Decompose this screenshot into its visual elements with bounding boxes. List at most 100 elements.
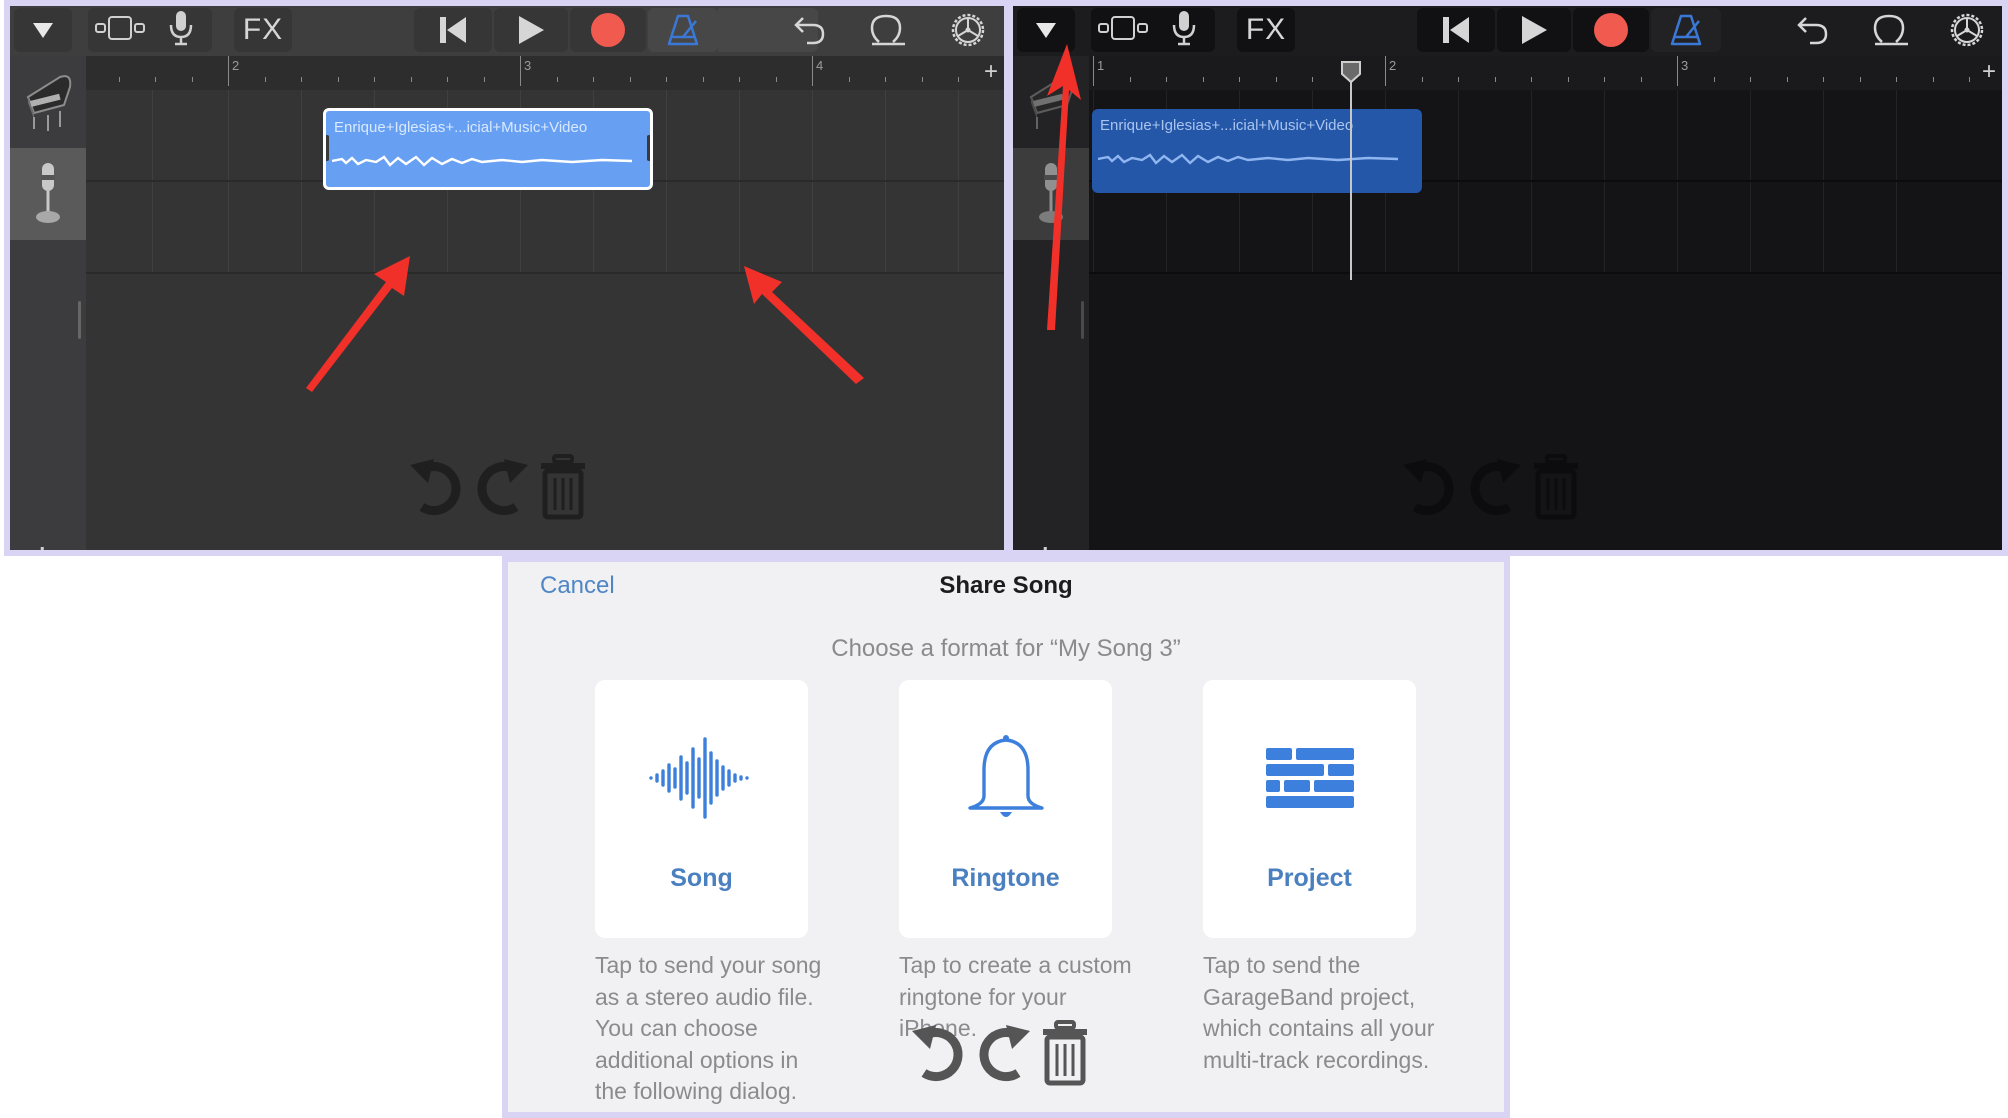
ruler-tick — [1531, 77, 1532, 82]
loop-browser-button[interactable] — [1861, 8, 1921, 52]
track-scroll-handle[interactable] — [78, 301, 81, 339]
track-view-button[interactable] — [1097, 15, 1151, 46]
format-description: Tap to send your song as a stereo audio … — [595, 952, 822, 1104]
timeline-ruler[interactable]: 2 3 4 + — [86, 56, 1004, 90]
ruler-tick — [447, 77, 448, 82]
ruler-tick — [885, 77, 886, 82]
track-scroll-handle[interactable] — [1081, 301, 1084, 339]
playhead[interactable] — [1350, 64, 1352, 280]
go-to-beginning-button[interactable] — [1417, 8, 1495, 52]
ruler-tick — [739, 77, 740, 82]
metronome-button[interactable] — [1651, 8, 1721, 52]
undo-button[interactable] — [780, 8, 840, 52]
ruler-tick — [702, 77, 704, 82]
track-headers: + — [1013, 56, 1089, 550]
ruler-tick — [556, 77, 558, 82]
ruler-tick — [848, 77, 850, 82]
view-controls — [88, 8, 212, 52]
ruler-tick — [1275, 77, 1277, 82]
audio-region[interactable]: Enrique+Iglesias+...icial+Music+Video — [1092, 109, 1422, 193]
undo-icon[interactable] — [1399, 455, 1459, 519]
go-to-beginning-button[interactable] — [414, 8, 492, 52]
edit-toolbar — [406, 454, 588, 520]
waveform — [332, 155, 632, 167]
input-settings-button[interactable] — [168, 10, 194, 51]
browser-button[interactable] — [1017, 8, 1075, 52]
trash-icon[interactable] — [1040, 1020, 1090, 1086]
control-bar: FX — [10, 6, 1004, 56]
bar-number: 2 — [232, 58, 240, 73]
dialog-sheet: Cancel Share Song Choose a format for “M… — [508, 562, 1504, 1112]
add-track-button[interactable]: + — [1033, 536, 1058, 551]
undo-icon[interactable] — [406, 455, 466, 519]
add-section-button[interactable]: + — [1982, 58, 1996, 86]
track-header-microphone[interactable] — [10, 148, 86, 240]
ruler-tick — [1421, 77, 1423, 82]
undo-button[interactable] — [1783, 8, 1843, 52]
share-song-dialog: Cancel Share Song Choose a format for “M… — [502, 556, 1510, 1118]
track-header-piano[interactable] — [10, 56, 86, 148]
trash-icon[interactable] — [1531, 454, 1581, 520]
bar-number: 3 — [1681, 58, 1689, 73]
undo-icon — [794, 17, 825, 45]
format-option-song[interactable]: Song — [595, 680, 808, 938]
play-button[interactable] — [494, 8, 568, 52]
ruler-tick — [1567, 77, 1569, 82]
format-label: Ringtone — [951, 864, 1060, 892]
input-settings-button[interactable] — [1171, 10, 1197, 51]
metronome-button[interactable] — [648, 8, 718, 52]
undo-icon — [1797, 17, 1828, 45]
add-section-button[interactable]: + — [984, 58, 998, 86]
ruler-tick — [1859, 77, 1861, 82]
track-view-button[interactable] — [94, 15, 148, 46]
microphone-icon — [1172, 10, 1196, 45]
timeline-ruler[interactable]: 1 2 3 + — [1089, 56, 2002, 90]
playhead-handle[interactable] — [1340, 60, 1362, 84]
redo-icon[interactable] — [974, 1021, 1034, 1085]
undo-icon[interactable] — [908, 1021, 968, 1085]
settings-button[interactable] — [1937, 8, 1997, 52]
track-view-icon — [1098, 15, 1148, 40]
edit-toolbar — [1399, 454, 1581, 520]
format-option-project[interactable]: Project — [1203, 680, 1416, 938]
dialog-title: Share Song — [939, 572, 1073, 599]
ruler-tick — [1786, 77, 1788, 82]
metronome-icon — [667, 14, 699, 46]
ruler-tick — [1239, 77, 1240, 82]
record-button[interactable] — [1573, 8, 1649, 52]
trash-icon[interactable] — [538, 454, 588, 520]
record-button[interactable] — [570, 8, 646, 52]
region-title: Enrique+Iglesias+...icial+Music+Video — [1100, 117, 1354, 134]
ruler-tick — [666, 77, 667, 82]
browser-button[interactable] — [14, 8, 72, 52]
edit-toolbar-overlay — [908, 1020, 1090, 1086]
fx-button[interactable]: FX — [1237, 8, 1295, 52]
format-label: Project — [1267, 864, 1352, 892]
ruler-tick — [1896, 77, 1897, 82]
record-icon — [591, 13, 625, 47]
ruler-tick — [301, 77, 302, 82]
fx-button[interactable]: FX — [234, 8, 292, 52]
track-headers: + — [10, 56, 86, 550]
audio-region[interactable]: Enrique+Iglesias+...icial+Music+Video — [323, 108, 653, 190]
skip-back-icon — [1443, 17, 1469, 43]
loop-browser-button[interactable] — [858, 8, 918, 52]
settings-button[interactable] — [938, 8, 998, 52]
region-trim-handle-right[interactable] — [647, 135, 650, 161]
microphone-track-icon — [36, 163, 60, 223]
redo-icon[interactable] — [1465, 455, 1525, 519]
region-trim-handle-left[interactable] — [326, 135, 329, 161]
metronome-icon — [1670, 14, 1702, 46]
add-track-button[interactable]: + — [30, 536, 55, 551]
format-description: Tap to send the GarageBand project, whic… — [1203, 952, 1435, 1073]
ruler-tick — [155, 77, 156, 82]
play-icon — [519, 16, 544, 44]
ruler-tick — [1750, 77, 1751, 82]
redo-icon[interactable] — [472, 455, 532, 519]
track-header-microphone[interactable] — [1013, 148, 1089, 240]
tracks-view: FX 1 2 3 + Enrique+Iglesias+...icial+Mus… — [1013, 6, 2002, 550]
play-button[interactable] — [1497, 8, 1571, 52]
ruler-tick — [1677, 77, 1678, 82]
track-header-piano[interactable] — [1013, 56, 1089, 148]
format-option-ringtone[interactable]: Ringtone — [899, 680, 1112, 938]
